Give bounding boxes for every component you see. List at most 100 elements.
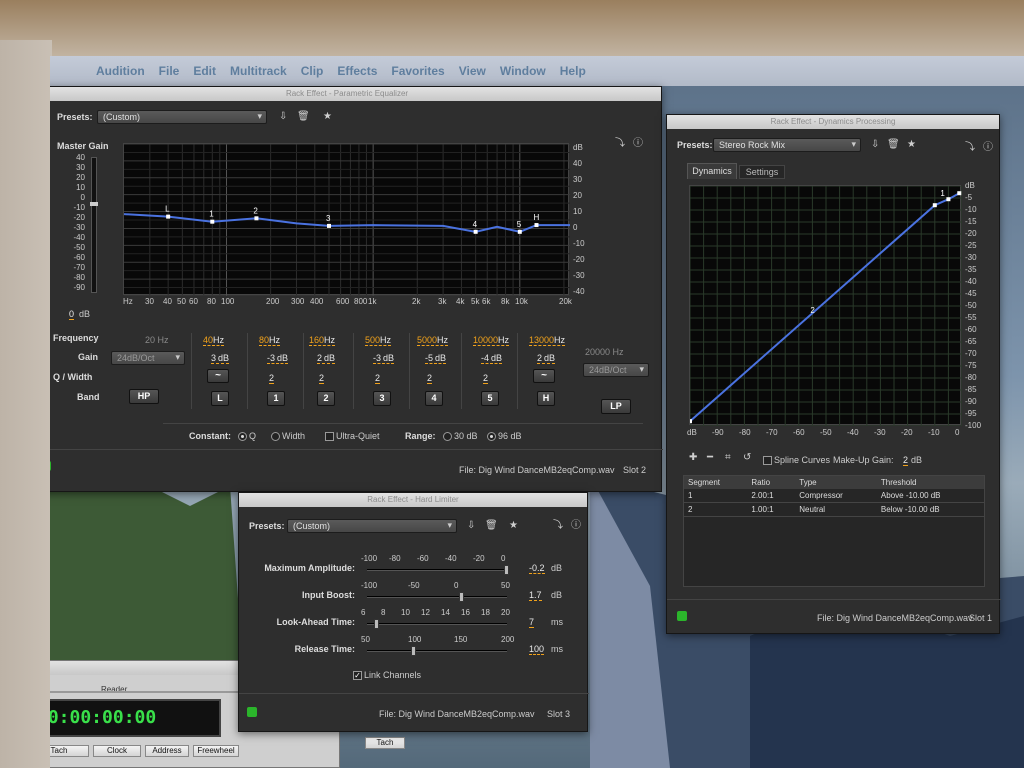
hp-band-button[interactable]: HP xyxy=(129,389,159,404)
favorite-star-icon[interactable]: ★ xyxy=(323,112,332,122)
eq-routing-icon[interactable]: ⤵ xyxy=(615,139,625,149)
lim-info-icon[interactable]: ⓘ xyxy=(571,521,581,531)
address-button[interactable]: Address xyxy=(145,745,189,757)
menu-window[interactable]: Window xyxy=(500,64,546,78)
band-4-button[interactable]: 4 xyxy=(425,391,443,406)
eq-band-handle[interactable] xyxy=(326,223,331,228)
maximum-amplitude-slider-thumb[interactable] xyxy=(504,565,509,575)
table-row[interactable]: 2 1.00:1 Neutral Below -10.00 dB xyxy=(684,502,984,517)
band-5-q[interactable]: 2 xyxy=(483,373,489,384)
band-1-gain[interactable]: -3 dB xyxy=(267,353,289,364)
look-ahead-time-slider-thumb[interactable] xyxy=(374,619,379,629)
menu-help[interactable]: Help xyxy=(560,64,586,78)
add-point-icon[interactable]: ✚ xyxy=(689,453,697,463)
dyn-info-icon[interactable]: ⓘ xyxy=(983,143,993,153)
dyn-save-preset-icon[interactable]: ⇩ xyxy=(871,140,879,150)
dyn-delete-preset-icon[interactable]: 🗑 xyxy=(887,140,900,150)
band-3-gain[interactable]: -3 dB xyxy=(373,353,395,364)
band-4-gain[interactable]: -5 dB xyxy=(425,353,447,364)
maximum-amplitude-value[interactable]: -0.2 xyxy=(529,563,545,574)
band-1-q[interactable]: 2 xyxy=(269,373,275,384)
lim-power-icon[interactable] xyxy=(247,707,257,717)
tab-dynamics[interactable]: Dynamics xyxy=(687,163,737,179)
menu-effects[interactable]: Effects xyxy=(337,64,377,78)
tab-settings[interactable]: Settings xyxy=(739,165,785,179)
band-3-button[interactable]: 3 xyxy=(373,391,391,406)
maximum-amplitude-slider[interactable] xyxy=(367,565,509,575)
ultra-quiet-checkbox[interactable]: Ultra-Quiet xyxy=(325,431,380,442)
constant-width-radio[interactable]: Width xyxy=(271,431,305,442)
input-boost-slider-thumb[interactable] xyxy=(459,592,464,602)
dyn-routing-icon[interactable]: ⤵ xyxy=(965,143,975,153)
dyn-curve-handle[interactable] xyxy=(932,203,937,208)
dyn-curve-handle[interactable] xyxy=(688,419,692,424)
makeup-gain-value[interactable]: 2 xyxy=(903,455,909,466)
menu-file[interactable]: File xyxy=(159,64,180,78)
tach-button[interactable]: Tach xyxy=(50,745,89,757)
band-2-button[interactable]: 2 xyxy=(317,391,335,406)
band-L-gain[interactable]: 3 dB xyxy=(211,353,230,364)
lp-frequency[interactable]: 20000 Hz xyxy=(585,347,624,357)
range-30db-radio[interactable]: 30 dB xyxy=(443,431,478,442)
menu-edit[interactable]: Edit xyxy=(193,64,216,78)
lim-save-preset-icon[interactable]: ⇩ xyxy=(467,521,475,531)
band-2-q[interactable]: 2 xyxy=(319,373,325,384)
release-time-value[interactable]: 100 xyxy=(529,644,545,655)
band-1-frequency[interactable]: 80Hz xyxy=(259,335,281,346)
clock-button[interactable]: Clock xyxy=(93,745,141,757)
menu-audition[interactable]: Audition xyxy=(96,64,145,78)
band-L-frequency[interactable]: 40Hz xyxy=(203,335,225,346)
table-row[interactable]: 1 2.00:1 Compressor Above -10.00 dB xyxy=(684,489,984,503)
dyn-curve-handle[interactable] xyxy=(946,197,951,202)
band-4-q[interactable]: 2 xyxy=(427,373,433,384)
menu-multitrack[interactable]: Multitrack xyxy=(230,64,287,78)
band-5-button[interactable]: 5 xyxy=(481,391,499,406)
band-2-gain[interactable]: 2 dB xyxy=(317,353,336,364)
band-L-button[interactable]: L xyxy=(211,391,229,406)
spline-curves-checkbox[interactable]: Spline Curves xyxy=(763,455,830,466)
master-gain-thumb[interactable] xyxy=(90,202,98,206)
save-preset-icon[interactable]: ⇩ xyxy=(279,112,287,122)
lp-band-button[interactable]: LP xyxy=(601,399,631,414)
input-boost-slider[interactable] xyxy=(367,592,507,602)
look-ahead-time-value[interactable]: 7 xyxy=(529,617,535,628)
reset-icon[interactable]: ↺ xyxy=(743,453,751,463)
range-96db-radio[interactable]: 96 dB xyxy=(487,431,522,442)
band-3-q[interactable]: 2 xyxy=(375,373,381,384)
band-2-frequency[interactable]: 160Hz xyxy=(309,335,336,346)
master-gain-slider[interactable] xyxy=(90,157,98,293)
release-time-slider-thumb[interactable] xyxy=(411,646,416,656)
eq-power-icon[interactable] xyxy=(50,461,51,471)
link-channels-checkbox[interactable]: ✓ Link Channels xyxy=(353,670,421,681)
lim-routing-icon[interactable]: ⤵ xyxy=(553,521,563,531)
input-boost-value[interactable]: 1.7 xyxy=(529,590,542,601)
lim-presets-dropdown[interactable]: (Custom) xyxy=(287,519,457,533)
dyn-presets-dropdown[interactable]: Stereo Rock Mix xyxy=(713,138,861,152)
freewheel-button[interactable]: Freewheel xyxy=(193,745,239,757)
eq-graph[interactable]: L 1 2 3 4 5 H xyxy=(123,143,570,297)
eq-band-handle[interactable] xyxy=(166,214,171,219)
hp-slope-dropdown[interactable]: 24dB/Oct xyxy=(111,351,185,365)
look-ahead-time-slider[interactable] xyxy=(367,619,507,629)
lim-delete-preset-icon[interactable]: 🗑 xyxy=(485,521,498,531)
lim-favorite-star-icon[interactable]: ★ xyxy=(509,521,518,531)
band-H-button[interactable]: H xyxy=(537,391,555,406)
remove-point-icon[interactable]: ━ xyxy=(707,453,713,463)
band-H-shape-toggle-icon[interactable]: ~ xyxy=(533,369,555,383)
band-4-frequency[interactable]: 5000Hz xyxy=(417,335,449,346)
menu-view[interactable]: View xyxy=(459,64,486,78)
eq-band-handle[interactable] xyxy=(210,219,215,224)
delete-preset-icon[interactable]: 🗑 xyxy=(297,112,310,122)
lp-slope-dropdown[interactable]: 24dB/Oct xyxy=(583,363,649,377)
eq-band-handle[interactable] xyxy=(254,216,259,221)
fit-icon[interactable]: ⌗ xyxy=(725,453,731,463)
menu-clip[interactable]: Clip xyxy=(301,64,324,78)
tach-button-2[interactable]: Tach xyxy=(365,737,405,749)
dyn-favorite-star-icon[interactable]: ★ xyxy=(907,140,916,150)
constant-q-radio[interactable]: Q xyxy=(238,431,256,442)
band-1-button[interactable]: 1 xyxy=(267,391,285,406)
band-5-gain[interactable]: -4 dB xyxy=(481,353,503,364)
dyn-power-icon[interactable] xyxy=(677,611,687,621)
hp-frequency[interactable]: 20 Hz xyxy=(145,335,169,345)
eq-presets-dropdown[interactable]: (Custom) xyxy=(97,110,267,124)
